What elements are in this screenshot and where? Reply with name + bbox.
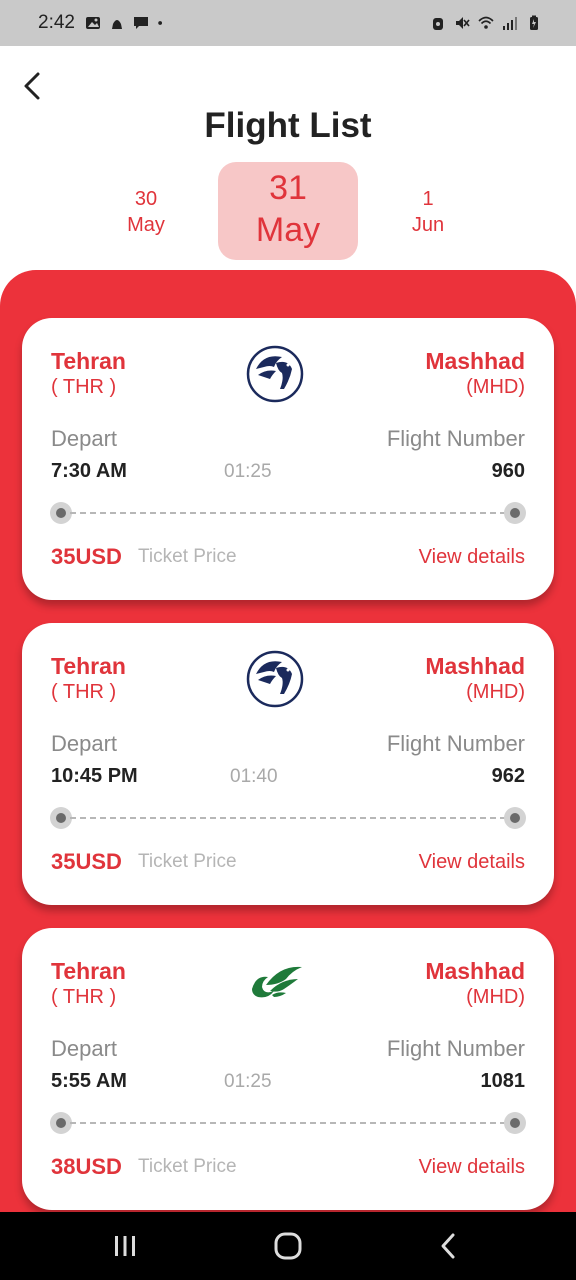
- depart-label: Depart: [51, 731, 118, 756]
- view-details-link[interactable]: View details: [419, 851, 525, 874]
- route-line: [50, 500, 526, 524]
- from-city: Tehran: [51, 653, 126, 679]
- date-active[interactable]: 31 May: [218, 162, 358, 260]
- from-code: ( THR ): [51, 376, 117, 398]
- back-icon: [441, 1233, 455, 1259]
- page-title: Flight List: [204, 106, 372, 145]
- flight-card[interactable]: Tehran ( THR ) Mashhad (MHD) Depart 7:30…: [22, 318, 554, 600]
- to-city: Mashhad: [425, 348, 525, 374]
- image-icon: [85, 17, 100, 29]
- from-code: ( THR ): [51, 986, 117, 1008]
- android-icon: [111, 20, 122, 29]
- status-icons-right: [430, 15, 542, 31]
- flight-card[interactable]: Tehran ( THR ) Mashhad (MHD) Depart 5:55…: [22, 928, 554, 1210]
- depart-label: Depart: [51, 1036, 118, 1061]
- route-dash: [70, 1122, 506, 1124]
- chevron-left-icon: [24, 72, 40, 100]
- depart-time: 10:45 PM: [51, 765, 138, 787]
- date-active-day: 31: [269, 169, 307, 207]
- ticket-price-label: Ticket Price: [138, 851, 237, 872]
- route-line: [50, 1110, 526, 1134]
- date-next-day: 1: [422, 188, 434, 210]
- date-next[interactable]: 1 Jun: [390, 186, 466, 238]
- battery-icon: [530, 15, 538, 30]
- flight-number-label: Flight Number: [386, 1036, 525, 1061]
- origin-dot: [50, 807, 72, 829]
- flight-number: 1081: [480, 1070, 526, 1092]
- to-city: Mashhad: [425, 653, 525, 679]
- back-nav-button[interactable]: [403, 1212, 493, 1280]
- status-time: 2:42: [38, 12, 75, 33]
- destination-dot: [504, 502, 526, 524]
- ticket-price: 38USD: [51, 1154, 122, 1179]
- flight-duration: 01:40: [230, 766, 278, 787]
- flight-number: 962: [491, 765, 525, 787]
- date-prev-month: May: [127, 214, 165, 236]
- home-button[interactable]: [243, 1212, 333, 1280]
- green-leaf-bird-logo: [252, 966, 302, 998]
- flight-card[interactable]: Tehran ( THR ) Mashhad (MHD) Depart 10:4…: [22, 623, 554, 905]
- home-icon: [274, 1232, 302, 1260]
- from-city: Tehran: [51, 958, 126, 984]
- flight-duration: 01:25: [224, 461, 272, 482]
- from-code: ( THR ): [51, 681, 117, 703]
- to-city: Mashhad: [425, 958, 525, 984]
- ticket-price: 35USD: [51, 544, 122, 569]
- view-details-link[interactable]: View details: [419, 1156, 525, 1179]
- destination-dot: [504, 807, 526, 829]
- flight-duration: 01:25: [224, 1071, 272, 1092]
- route-dash: [70, 512, 506, 514]
- date-prev[interactable]: 30 May: [108, 186, 184, 238]
- message-icon: [133, 17, 148, 29]
- origin-dot: [50, 502, 72, 524]
- to-code: (MHD): [466, 986, 525, 1008]
- flight-number-label: Flight Number: [386, 426, 525, 451]
- back-button[interactable]: [14, 66, 50, 106]
- recents-button[interactable]: [80, 1212, 170, 1280]
- alarm-icon: [433, 18, 443, 30]
- destination-dot: [504, 1112, 526, 1134]
- status-bar: 2:42: [0, 0, 576, 46]
- depart-label: Depart: [51, 426, 118, 451]
- to-code: (MHD): [466, 681, 525, 703]
- date-next-month: Jun: [411, 214, 445, 236]
- origin-dot: [50, 1112, 72, 1134]
- mute-icon: [456, 17, 470, 29]
- date-active-month: May: [255, 211, 321, 249]
- flight-number: 960: [491, 460, 525, 482]
- from-city: Tehran: [51, 348, 126, 374]
- recents-icon: [115, 1236, 135, 1256]
- depart-time: 5:55 AM: [51, 1070, 127, 1092]
- system-nav-bar: [0, 1212, 576, 1280]
- wifi-icon: [478, 16, 494, 29]
- homa-bird-logo: [246, 345, 304, 403]
- ticket-price: 35USD: [51, 849, 122, 874]
- status-left: 2:42: [38, 12, 167, 34]
- to-code: (MHD): [466, 376, 525, 398]
- status-icons-left: [85, 15, 167, 31]
- dot-icon: [158, 21, 162, 25]
- homa-bird-logo: [246, 650, 304, 708]
- route-line: [50, 805, 526, 829]
- route-dash: [70, 817, 506, 819]
- ticket-price-label: Ticket Price: [138, 1156, 237, 1177]
- date-prev-day: 30: [134, 188, 158, 210]
- view-details-link[interactable]: View details: [419, 546, 525, 569]
- ticket-price-label: Ticket Price: [138, 546, 237, 567]
- depart-time: 7:30 AM: [51, 460, 127, 482]
- signal-icon: [503, 17, 517, 30]
- flight-number-label: Flight Number: [386, 731, 525, 756]
